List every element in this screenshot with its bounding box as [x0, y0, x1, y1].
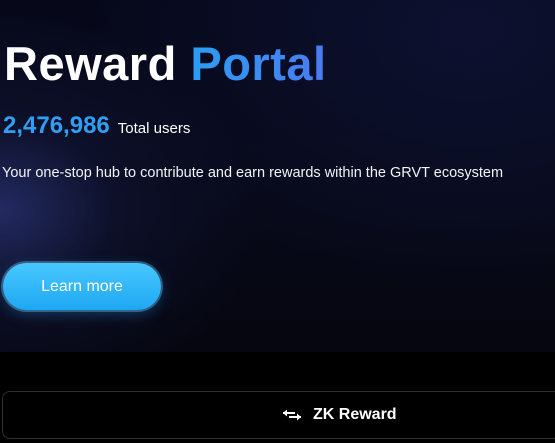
title-word-reward: Reward	[4, 37, 177, 90]
swap-arrows-icon	[281, 408, 303, 422]
total-users-label: Total users	[117, 120, 191, 137]
hero-section: Reward Portal 2,476,986 Total users Your…	[0, 0, 555, 352]
page-title: Reward Portal	[4, 34, 327, 94]
tab-zk-reward-label: ZK Reward	[313, 406, 397, 423]
hero-description: Your one-stop hub to contribute and earn…	[2, 165, 504, 181]
reward-tab-bar: ZK Reward	[2, 391, 555, 439]
total-users-count: 2,476,986	[3, 112, 110, 139]
user-stats: 2,476,986 Total users	[3, 112, 190, 140]
tab-zk-reward[interactable]: ZK Reward	[281, 392, 397, 438]
learn-more-button[interactable]: Learn more	[3, 263, 161, 310]
title-word-portal: Portal	[190, 37, 327, 90]
